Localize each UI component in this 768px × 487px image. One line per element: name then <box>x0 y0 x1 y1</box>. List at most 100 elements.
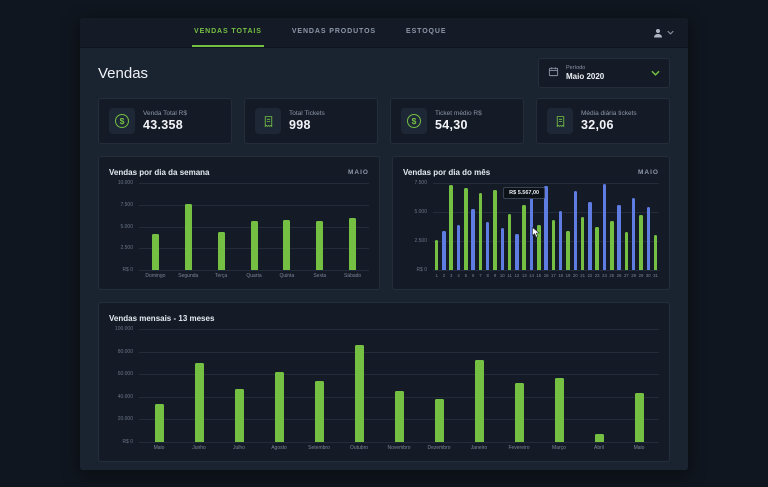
bar-10[interactable] <box>500 228 505 270</box>
bars-row <box>139 183 369 270</box>
bar-28[interactable] <box>631 198 636 270</box>
tab-vendas-totais[interactable]: VENDAS TOTAIS <box>192 18 264 47</box>
bar-column <box>238 183 271 270</box>
chart-title: Vendas mensais - 13 meses <box>109 313 215 323</box>
bar-26[interactable] <box>617 205 621 270</box>
bar-Terça[interactable] <box>217 231 225 270</box>
x-tick-label: 23 <box>594 273 600 278</box>
bar-9[interactable] <box>493 189 497 270</box>
x-tick-label: Abril <box>593 444 604 451</box>
bar-Outubro[interactable] <box>354 344 364 442</box>
x-tick-label: 7 <box>479 273 482 278</box>
bar-Junho[interactable] <box>194 362 204 442</box>
bar-21[interactable] <box>580 216 585 270</box>
kpi-media-diaria: Média diária tickets 32,06 <box>536 98 670 144</box>
chevron-down-icon <box>667 30 674 35</box>
bar-column <box>459 329 499 442</box>
user-menu[interactable] <box>652 27 674 39</box>
bar-Março[interactable] <box>554 377 564 442</box>
y-tick-label: R$ 0 <box>416 267 427 273</box>
dollar-icon: $ <box>109 108 135 134</box>
bar-Janeiro[interactable] <box>474 359 484 442</box>
x-tick-label: 15 <box>536 273 542 278</box>
bar-Sexta[interactable] <box>316 221 324 270</box>
bar-column <box>419 329 459 442</box>
tab-vendas-produtos[interactable]: VENDAS PRODUTOS <box>290 18 378 47</box>
x-tick-label: Novembro <box>387 444 411 451</box>
bar-5[interactable] <box>464 187 468 270</box>
bar-25[interactable] <box>610 221 614 270</box>
bar-column <box>455 183 462 270</box>
bar-12[interactable] <box>515 234 519 270</box>
bar-7[interactable] <box>478 193 483 270</box>
bar-Setembro[interactable] <box>314 380 324 442</box>
bar-16[interactable] <box>544 186 548 270</box>
bar-29[interactable] <box>639 215 643 270</box>
bar-19[interactable] <box>566 230 570 270</box>
x-tick-label: Quarta <box>246 272 262 279</box>
bar-column <box>299 329 339 442</box>
kpi-label: Venda Total R$ <box>143 110 187 117</box>
x-tick-label: Janeiro <box>470 444 488 451</box>
bar-column <box>477 183 484 270</box>
bar-18[interactable] <box>558 210 563 270</box>
bar-1[interactable] <box>434 239 439 270</box>
bar-17[interactable] <box>551 220 556 270</box>
bar-column <box>259 329 299 442</box>
bar-Domingo[interactable] <box>151 234 159 270</box>
bar-23[interactable] <box>595 227 599 270</box>
x-tick-label: 3 <box>450 273 453 278</box>
bar-Sábado[interactable] <box>349 217 357 270</box>
bar-13[interactable] <box>522 205 526 270</box>
x-tick-label: Agosto <box>271 444 287 451</box>
x-tick-label: 18 <box>558 273 564 278</box>
bar-Quarta[interactable] <box>250 221 258 270</box>
chart-y-axis: 10.000 7.500 5.000 2.500 R$ 0 <box>109 180 139 273</box>
period-texts: Período Maio 2020 <box>566 65 644 81</box>
bar-2[interactable] <box>442 230 446 270</box>
bar-4[interactable] <box>456 224 461 270</box>
bar-column <box>557 183 564 270</box>
bar-Julho[interactable] <box>234 388 244 442</box>
x-tick-label: 4 <box>457 273 460 278</box>
kpi-value: 43.358 <box>143 118 184 132</box>
bar-Fevereiro[interactable] <box>514 383 524 442</box>
bar-Maio[interactable] <box>634 393 644 442</box>
bar-11[interactable] <box>507 214 512 270</box>
bar-20[interactable] <box>573 191 578 270</box>
kpi-label: Ticket médio R$ <box>435 110 482 117</box>
bar-30[interactable] <box>646 207 650 270</box>
bar-6[interactable] <box>471 208 475 270</box>
period-dropdown[interactable]: Período Maio 2020 <box>538 58 670 88</box>
x-tick-label: 29 <box>638 273 644 278</box>
x-tick-label: 10 <box>499 273 505 278</box>
bar-31[interactable] <box>653 235 658 270</box>
bar-Quinta[interactable] <box>283 220 291 270</box>
bar-column <box>339 329 379 442</box>
page-title: Vendas <box>98 64 149 82</box>
chart-period-badge: MAIO <box>348 168 369 176</box>
x-tick-label: Domingo <box>145 272 166 279</box>
bar-24[interactable] <box>602 184 607 270</box>
x-tick-label: Segunda <box>178 272 199 279</box>
tab-estoque[interactable]: ESTOQUE <box>404 18 448 47</box>
kpi-value: 32,06 <box>581 118 614 132</box>
bar-27[interactable] <box>624 231 629 270</box>
bar-8[interactable] <box>485 222 490 270</box>
bar-column <box>579 183 586 270</box>
bar-Agosto[interactable] <box>274 371 284 442</box>
x-tick-label: 13 <box>521 273 527 278</box>
bar-Segunda[interactable] <box>184 203 192 270</box>
x-tick-label: Setembro <box>308 444 330 451</box>
bar-Novembro[interactable] <box>394 391 404 442</box>
kpi-label: Total Tickets <box>289 110 325 117</box>
x-tick-label: Maio <box>153 444 165 451</box>
bar-22[interactable] <box>588 201 592 270</box>
bar-Dezembro[interactable] <box>434 399 444 442</box>
bar-3[interactable] <box>449 185 453 270</box>
kpi-value: 54,30 <box>435 118 468 132</box>
bar-Maio[interactable] <box>154 403 164 442</box>
bar-Abril[interactable] <box>594 434 604 442</box>
x-tick-label: Sexta <box>313 272 327 279</box>
gridline <box>139 270 369 271</box>
